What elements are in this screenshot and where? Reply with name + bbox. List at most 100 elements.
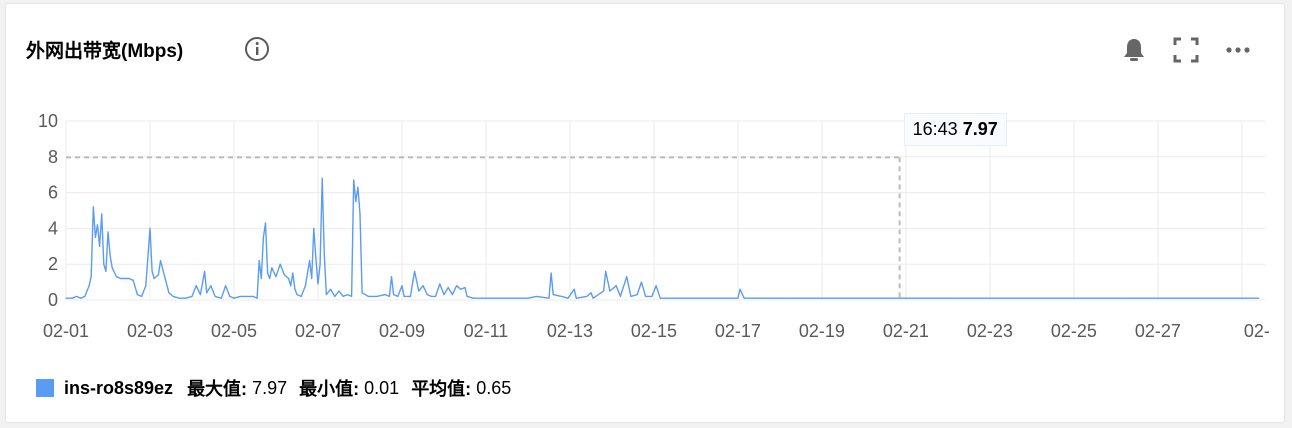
data-point	[256, 297, 258, 299]
data-point	[149, 227, 151, 229]
data-point	[266, 272, 269, 274]
y-tick-label: 0	[48, 290, 58, 310]
data-point	[346, 294, 348, 296]
data-point	[159, 260, 162, 262]
data-point	[258, 260, 260, 262]
y-tick-label: 4	[48, 218, 58, 238]
data-point	[535, 295, 537, 298]
data-point	[287, 277, 290, 280]
data-point	[290, 285, 292, 287]
data-point	[630, 295, 632, 298]
data-point	[119, 277, 122, 280]
data-point	[506, 297, 508, 299]
data-point	[972, 297, 974, 299]
data-point	[447, 286, 449, 289]
data-point	[334, 295, 336, 298]
data-point	[252, 295, 254, 298]
data-point	[94, 236, 96, 238]
data-point	[329, 288, 332, 290]
data-point	[128, 277, 130, 280]
legend-series-name[interactable]: ins-ro8s89ez	[64, 378, 173, 399]
data-point	[300, 295, 302, 298]
data-point	[401, 285, 403, 287]
y-tick-label: 10	[38, 111, 58, 131]
data-point	[245, 295, 248, 298]
data-point	[107, 231, 109, 233]
data-point	[292, 272, 294, 274]
data-point	[229, 295, 231, 298]
data-point	[264, 222, 267, 224]
data-point	[206, 292, 208, 294]
data-point	[460, 288, 462, 290]
data-point	[384, 294, 386, 296]
x-tick-label: 02-19	[799, 321, 845, 341]
data-point	[821, 297, 823, 299]
chart-tooltip: 16:43 7.97	[903, 113, 1007, 147]
data-point	[409, 295, 411, 298]
data-point	[323, 254, 325, 256]
data-point	[1241, 297, 1243, 299]
data-point	[92, 206, 94, 208]
data-point	[124, 277, 126, 280]
data-point	[390, 276, 393, 278]
data-point	[353, 179, 355, 181]
data-point	[655, 285, 657, 287]
x-tick-label: 02-27	[1135, 321, 1181, 341]
data-point	[636, 294, 638, 296]
data-point	[1073, 297, 1075, 299]
data-point	[151, 270, 153, 272]
data-point	[376, 295, 378, 298]
data-point	[321, 177, 323, 179]
data-point	[199, 294, 201, 296]
data-point	[413, 270, 416, 272]
data-point	[315, 258, 317, 260]
data-point	[989, 297, 991, 299]
legend-swatch[interactable]	[36, 379, 54, 397]
x-tick-label: 02-21	[883, 321, 929, 341]
data-point	[145, 285, 147, 287]
data-point	[361, 292, 363, 294]
data-point	[888, 297, 890, 299]
data-point	[210, 285, 212, 287]
data-point	[105, 270, 107, 272]
data-point	[1123, 297, 1125, 299]
data-point	[359, 213, 361, 215]
data-point	[325, 294, 327, 296]
line-chart: 0 2 4 6 8 10 02-01 02-03 02-05 02-07 02-09 02-11 02-…	[38, 111, 1270, 341]
data-point	[854, 297, 857, 299]
data-point	[185, 297, 187, 299]
data-point	[586, 295, 588, 298]
min-value: 0.01	[364, 377, 400, 398]
data-point	[311, 277, 313, 280]
data-point	[98, 245, 101, 247]
x-tick-label: 02-23	[967, 321, 1013, 341]
x-tick-label: 02-05	[211, 321, 257, 341]
data-point	[739, 288, 741, 290]
data-point	[136, 294, 138, 296]
data-point	[214, 295, 216, 298]
data-point	[550, 272, 552, 274]
data-point	[670, 297, 672, 299]
data-point	[922, 297, 924, 299]
chart-legend: ins-ro8s89ez 最大值: 7.97 最小值: 0.01 平均值: 0.…	[36, 376, 523, 400]
data-point	[443, 294, 445, 296]
data-point	[1090, 297, 1092, 299]
data-point	[271, 267, 273, 269]
data-point	[80, 297, 82, 299]
data-point	[397, 295, 399, 298]
data-point	[1022, 297, 1025, 299]
data-point	[168, 292, 170, 294]
data-point	[548, 297, 550, 299]
data-point	[88, 285, 90, 287]
data-point	[485, 297, 487, 299]
data-point	[342, 295, 344, 298]
data-point	[466, 295, 468, 298]
data-point	[1157, 297, 1159, 299]
data-point	[609, 290, 611, 292]
data-point	[1056, 297, 1058, 299]
data-point	[260, 277, 262, 280]
data-point	[640, 281, 642, 283]
max-label: 最大值:	[187, 379, 248, 399]
data-point	[109, 254, 111, 256]
x-tick-label: 02-01	[43, 321, 89, 341]
